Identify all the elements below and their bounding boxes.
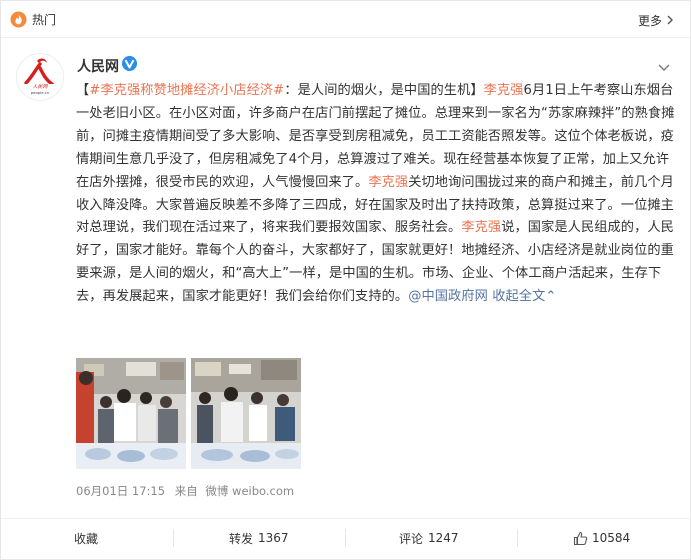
chevron-right-icon[interactable]	[666, 15, 674, 25]
like-count: 10584	[592, 531, 631, 545]
divider	[173, 529, 174, 547]
post-photo-2[interactable]	[191, 358, 301, 469]
user-name[interactable]: 人民网	[77, 56, 119, 76]
post-source[interactable]: 微博 weibo.com	[205, 484, 294, 498]
source-prefix: 来自	[174, 484, 198, 498]
topic-link[interactable]: 李克强	[484, 83, 524, 98]
photo-1-image	[76, 358, 186, 469]
comment-count: 1247	[428, 531, 459, 545]
comment-label: 评论	[399, 531, 424, 546]
favorite-button[interactable]: 收藏	[74, 519, 98, 557]
chevron-down-icon[interactable]	[658, 64, 670, 72]
post-text-segment: 6月1日上午考察山东烟台一处老旧小区。在小区对面，许多商户在店门前摆起了摊位。总…	[76, 83, 675, 190]
topic-link[interactable]: #李克强称赞地摊经济小店经济#	[89, 83, 284, 98]
mention-link[interactable]: 收起全文	[488, 289, 545, 304]
section-title: 热门	[32, 13, 57, 27]
weibo-card: 热门 更多 人民网 people.cn 人民网 【#李克强称赞地摊经济小店经济#…	[0, 0, 691, 560]
comment-button[interactable]: 评论 1247	[399, 519, 459, 557]
post-meta: 06月01日 17:15 来自 微博 weibo.com	[76, 483, 294, 499]
action-bar: 收藏 转发 1367 评论 1247 10584	[1, 518, 691, 556]
post-text: 【#李克强称赞地摊经济小店经济#：是人间的烟火，是中国的生机】李克强6月1日上午…	[76, 80, 676, 309]
topic-link[interactable]: 李克强	[461, 220, 501, 235]
avatar[interactable]: 人民网 people.cn	[16, 53, 64, 101]
avatar-logo-text: 人民网	[32, 83, 48, 90]
verified-badge-icon[interactable]	[122, 56, 137, 71]
divider	[517, 529, 518, 547]
mention-link[interactable]: @中国政府网	[408, 289, 488, 304]
post-photo-1[interactable]	[76, 358, 186, 469]
mention-link[interactable]: ⌃	[545, 289, 556, 304]
avatar-logo-subtext: people.cn	[31, 90, 50, 95]
top-bar: 热门 更多	[1, 1, 690, 38]
post-text-segment: ：是人间的烟火，是中国的生机】	[284, 83, 484, 98]
favorite-label: 收藏	[74, 531, 99, 546]
more-link[interactable]: 更多	[638, 12, 662, 29]
post-text-segment: 【	[76, 83, 90, 98]
repost-button[interactable]: 转发 1367	[229, 519, 289, 557]
hot-flame-icon	[10, 11, 27, 28]
repost-count: 1367	[258, 531, 289, 545]
like-button[interactable]: 10584	[573, 519, 630, 557]
repost-label: 转发	[229, 531, 254, 546]
thumbs-up-icon	[573, 531, 588, 545]
divider	[345, 529, 346, 547]
post-timestamp[interactable]: 06月01日 17:15	[76, 484, 165, 498]
topic-link[interactable]: 李克强	[368, 175, 408, 190]
photo-2-image	[191, 358, 301, 469]
